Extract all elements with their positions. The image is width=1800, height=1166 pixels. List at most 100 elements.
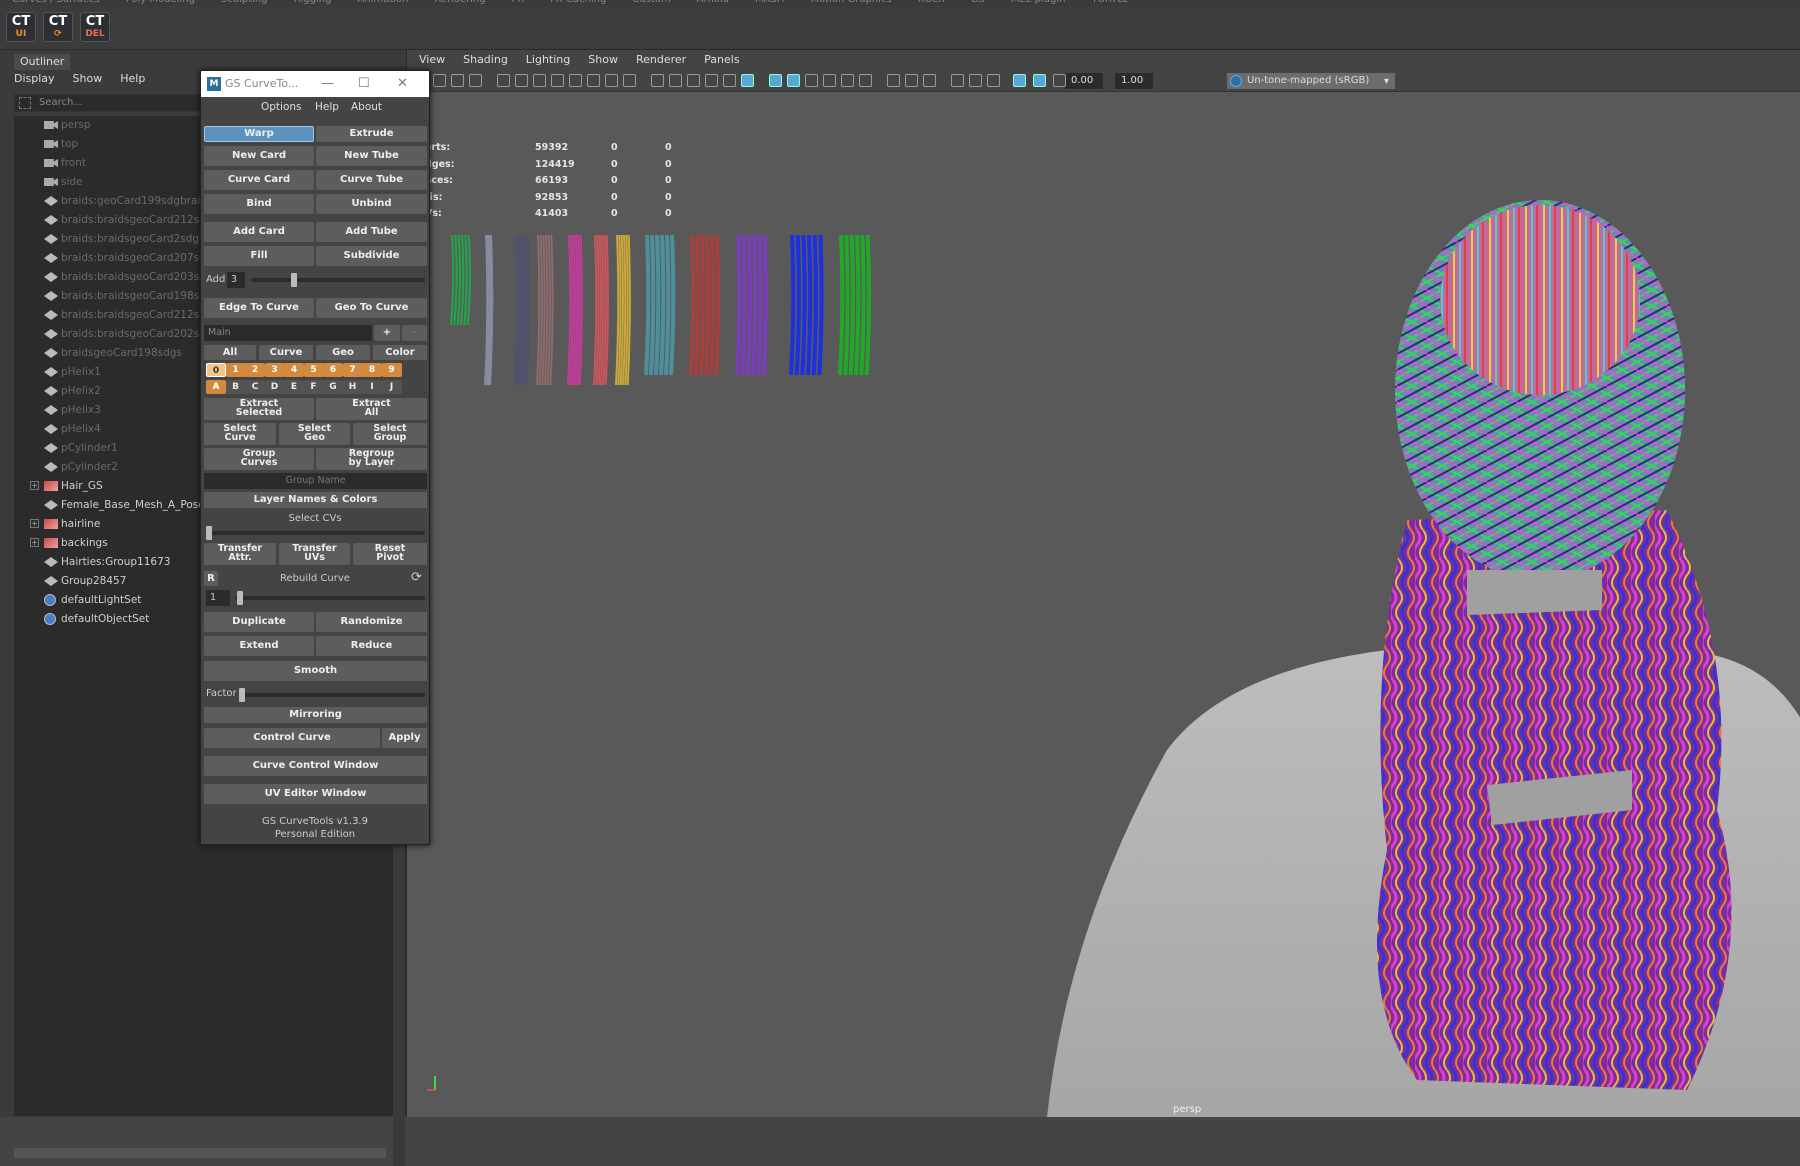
maximize-icon[interactable]: ☐ [358, 71, 370, 97]
outliner-menu-show[interactable]: Show [73, 72, 103, 90]
viewport-tool-icon[interactable] [923, 74, 936, 87]
viewport-tool-icon[interactable] [623, 74, 636, 87]
layer-number-button[interactable]: 4 [284, 363, 304, 377]
viewport-tool-icon[interactable] [1013, 74, 1026, 87]
layer-collection-select[interactable]: Main [204, 325, 372, 341]
smooth-button[interactable]: Smooth [204, 661, 427, 681]
main-menu-item[interactable]: TURTLE [1091, 0, 1129, 5]
main-menu-item[interactable]: FX [512, 0, 525, 5]
add-collection-button[interactable]: + [374, 325, 400, 341]
viewport-tool-icon[interactable] [1053, 74, 1066, 87]
filter-curve-button[interactable]: Curve [259, 345, 313, 360]
extrude-button[interactable]: Extrude [316, 126, 427, 142]
viewport-tool-icon[interactable] [533, 74, 546, 87]
group-name-input[interactable]: Group Name [204, 473, 427, 489]
viewport-tool-icon[interactable] [551, 74, 564, 87]
regroup-by-layer-button[interactable]: Regroup by Layer [316, 448, 427, 470]
new-card-button[interactable]: New Card [204, 146, 314, 166]
viewport-tool-icon[interactable] [741, 74, 754, 87]
layer-letter-button[interactable]: F [303, 380, 324, 394]
rebuild-value-field[interactable]: 1 [206, 590, 230, 606]
reset-pivot-button[interactable]: Reset Pivot [353, 543, 427, 565]
layer-letter-button[interactable]: I [362, 380, 382, 394]
fill-button[interactable]: Fill [204, 246, 314, 266]
main-menu-item[interactable]: Custom [632, 0, 670, 5]
main-menu-item[interactable]: FX Caching [550, 0, 606, 5]
gs-menu-options[interactable]: Options [261, 101, 302, 113]
layer-letter-button[interactable]: H [342, 380, 363, 394]
layer-number-button[interactable]: 6 [323, 363, 343, 377]
vp-menu-shading[interactable]: Shading [463, 50, 508, 70]
mirroring-button[interactable]: Mirroring [204, 707, 427, 723]
layer-letter-button[interactable]: G [323, 380, 343, 394]
main-menu-item[interactable]: XGen [918, 0, 945, 5]
layer-names-colors-button[interactable]: Layer Names & Colors [204, 492, 427, 508]
outliner-hscrollbar[interactable] [14, 1148, 386, 1158]
uv-editor-window-button[interactable]: UV Editor Window [204, 784, 427, 804]
layer-number-button[interactable]: 7 [342, 363, 363, 377]
apply-button[interactable]: Apply [382, 728, 427, 748]
layer-letter-button[interactable]: J [381, 380, 402, 394]
viewport-tool-icon[interactable] [497, 74, 510, 87]
gs-menu-about[interactable]: About [351, 101, 382, 113]
layer-letter-button[interactable]: B [225, 380, 246, 394]
extract-all-button[interactable]: Extract All [316, 398, 427, 420]
extend-button[interactable]: Extend [204, 636, 314, 656]
vp-menu-panels[interactable]: Panels [704, 50, 739, 70]
layer-number-button[interactable]: 3 [264, 363, 285, 377]
curve-card-button[interactable]: Curve Card [204, 170, 314, 190]
viewport-tool-icon[interactable] [469, 74, 482, 87]
layer-number-button[interactable]: 8 [362, 363, 382, 377]
main-menu-item[interactable]: GS [971, 0, 985, 5]
filter-all-button[interactable]: All [204, 345, 256, 360]
main-menu-item[interactable]: Poly Modeling [126, 0, 195, 5]
viewport-tool-icon[interactable] [687, 74, 700, 87]
outliner-menu-help[interactable]: Help [120, 72, 145, 90]
viewport-tool-icon[interactable] [951, 74, 964, 87]
main-menu-item[interactable]: Motion Graphics [810, 0, 891, 5]
viewport-tool-icon[interactable] [969, 74, 982, 87]
vp-menu-lighting[interactable]: Lighting [526, 50, 570, 70]
viewport-tool-icon[interactable] [769, 74, 782, 87]
select-group-button[interactable]: Select Group [353, 423, 427, 445]
new-tube-button[interactable]: New Tube [316, 146, 427, 166]
rebuild-slider[interactable] [235, 596, 425, 600]
layer-number-button[interactable]: 0 [206, 363, 226, 377]
filter-geo-button[interactable]: Geo [316, 345, 370, 360]
curve-tube-button[interactable]: Curve Tube [316, 170, 427, 190]
factor-slider-handle[interactable] [239, 688, 245, 702]
select-cvs-slider[interactable] [206, 531, 425, 535]
layer-number-button[interactable]: 9 [381, 363, 402, 377]
main-menu-item[interactable]: Animation [358, 0, 409, 5]
close-icon[interactable]: ✕ [397, 71, 408, 97]
viewport-tool-icon[interactable] [669, 74, 682, 87]
shelf-ct-reload-button[interactable]: CT ⟳ [43, 12, 73, 42]
layer-letter-button[interactable]: D [264, 380, 285, 394]
main-menu-item[interactable]: Sculpting [221, 0, 268, 5]
main-menu-item[interactable]: MEL plugin [1011, 0, 1066, 5]
viewport-tool-icon[interactable] [587, 74, 600, 87]
viewport-tool-icon[interactable] [605, 74, 618, 87]
vp-menu-renderer[interactable]: Renderer [636, 50, 686, 70]
vp-menu-view[interactable]: View [419, 50, 445, 70]
duplicate-button[interactable]: Duplicate [204, 612, 314, 632]
main-menu-item[interactable]: MASH [755, 0, 784, 5]
main-menu-item[interactable]: Arnold [697, 0, 729, 5]
select-geo-button[interactable]: Select Geo [279, 423, 350, 445]
color-management-select[interactable]: Un-tone-mapped (sRGB) ▾ [1227, 73, 1395, 89]
control-curve-button[interactable]: Control Curve [204, 728, 380, 748]
factor-slider[interactable] [239, 693, 425, 697]
geo-to-curve-button[interactable]: Geo To Curve [316, 298, 427, 318]
select-cvs-slider-handle[interactable] [206, 526, 212, 540]
layer-letter-button[interactable]: C [245, 380, 265, 394]
add-card-button[interactable]: Add Card [204, 222, 314, 242]
layer-number-button[interactable]: 1 [225, 363, 246, 377]
transfer-attr-button[interactable]: Transfer Attr. [204, 543, 276, 565]
select-curve-button[interactable]: Select Curve [204, 423, 276, 445]
viewport-tool-icon[interactable] [987, 74, 1000, 87]
transfer-uvs-button[interactable]: Transfer UVs [279, 543, 350, 565]
main-menu-item[interactable]: Rigging [294, 0, 332, 5]
outliner-menu-display[interactable]: Display [14, 72, 55, 90]
reduce-button[interactable]: Reduce [316, 636, 427, 656]
viewport-tool-icon[interactable] [823, 74, 836, 87]
